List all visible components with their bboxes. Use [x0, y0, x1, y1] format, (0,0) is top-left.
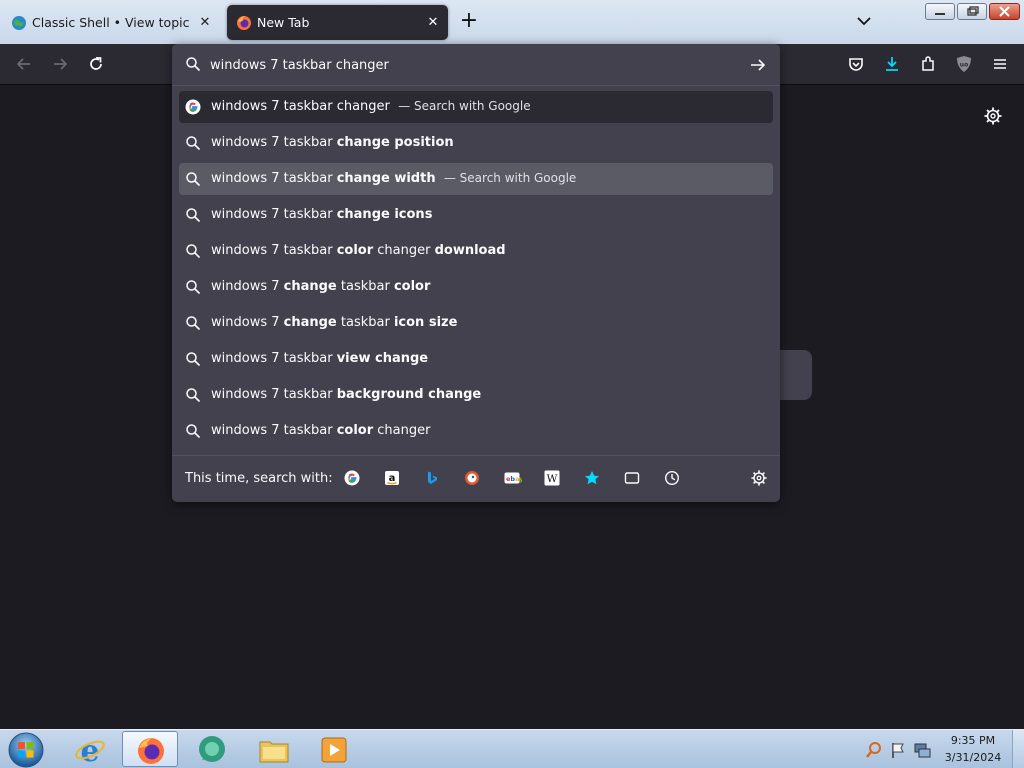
clock-date[interactable]: 3/31/2024: [938, 751, 1008, 764]
search-icon: [185, 315, 201, 331]
suggestion-text: windows 7 taskbar color changer: [211, 423, 431, 438]
duckduckgo-icon[interactable]: [462, 468, 482, 488]
search-settings-gear-icon[interactable]: [750, 469, 768, 487]
taskbar-firefox[interactable]: [122, 731, 178, 767]
chevron-down-icon[interactable]: [854, 11, 874, 31]
tab-classic-shell[interactable]: Classic Shell • View topic - Orig ✕: [2, 5, 220, 40]
suggestion-row[interactable]: windows 7 taskbar change icons: [179, 199, 773, 231]
media-player-icon: [321, 737, 347, 763]
taskbar-ie[interactable]: e: [62, 731, 118, 767]
taskbar-explorer[interactable]: [246, 731, 302, 767]
forward-icon[interactable]: [50, 54, 70, 74]
search-icon: [185, 243, 201, 259]
search-with-google-hint: — Search with Google: [398, 99, 531, 113]
search-with-label: This time, search with:: [185, 471, 333, 486]
google-icon: [185, 99, 201, 115]
close-tab-button[interactable]: ✕: [196, 13, 214, 31]
internet-explorer-icon: e: [75, 734, 105, 766]
google-icon[interactable]: [342, 468, 362, 488]
close-window-button[interactable]: [989, 3, 1020, 20]
url-bar: [172, 44, 780, 85]
extensions-icon[interactable]: [918, 54, 938, 74]
folder-icon: [259, 741, 289, 763]
search-icon: [185, 135, 201, 151]
search-icon: [185, 171, 201, 187]
taskbar-media-player[interactable]: [306, 731, 362, 767]
ebay-icon[interactable]: ebay: [502, 468, 524, 488]
suggestion-row[interactable]: windows 7 taskbar background change: [179, 379, 773, 411]
suggestion-row[interactable]: windows 7 taskbar change width — Search …: [179, 163, 773, 195]
bing-icon[interactable]: [422, 468, 442, 488]
firefox-icon: [237, 16, 251, 30]
history-icon[interactable]: [662, 468, 682, 488]
restore-button[interactable]: [957, 3, 987, 20]
suggestion-row[interactable]: windows 7 change taskbar icon size: [179, 307, 773, 339]
divider: [172, 455, 780, 456]
suggestion-text: windows 7 taskbar background change: [211, 387, 482, 402]
suggestion-row[interactable]: windows 7 taskbar view change: [179, 343, 773, 375]
network-icon[interactable]: [913, 741, 931, 759]
search-icon: [185, 279, 201, 295]
svg-text:e: e: [80, 734, 99, 766]
top-site-card[interactable]: [779, 350, 812, 400]
suggestion-row[interactable]: windows 7 taskbar changer — Search with …: [179, 91, 773, 123]
tabs-icon[interactable]: [622, 468, 642, 488]
search-tray-icon[interactable]: [865, 741, 883, 759]
wikipedia-icon[interactable]: W: [542, 468, 562, 488]
suggestion-text: windows 7 change taskbar icon size: [211, 315, 458, 330]
clock-time[interactable]: 9:35 PM: [938, 734, 1008, 747]
suggestion-row[interactable]: windows 7 change taskbar color: [179, 271, 773, 303]
bookmarks-icon[interactable]: [582, 468, 602, 488]
svg-text:W: W: [547, 473, 558, 485]
suggestion-row[interactable]: windows 7 taskbar change position: [179, 127, 773, 159]
suggestion-text: windows 7 change taskbar color: [211, 279, 431, 294]
show-desktop-button[interactable]: [1012, 730, 1024, 768]
divider: [172, 85, 780, 86]
suggestion-row[interactable]: windows 7 taskbar color changer download: [179, 235, 773, 267]
svg-text:ebay: ebay: [506, 475, 522, 483]
search-icon: [186, 57, 201, 72]
suggestion-text: windows 7 taskbar changer — Search with …: [211, 99, 531, 114]
url-bar-panel: windows 7 taskbar changer — Search with …: [172, 44, 780, 502]
suggestion-text: windows 7 taskbar color changer download: [211, 243, 506, 258]
tab-title: New Tab: [257, 15, 310, 30]
chat-app-icon: [199, 736, 225, 762]
taskbar-app[interactable]: [184, 731, 240, 767]
ublock-origin-icon[interactable]: uo: [954, 54, 974, 74]
search-icon: [185, 423, 201, 439]
suggestion-text: windows 7 taskbar change position: [211, 135, 454, 150]
search-with-google-hint: — Search with Google: [443, 171, 577, 185]
suggestion-text: windows 7 taskbar view change: [211, 351, 429, 366]
go-arrow-icon[interactable]: [748, 55, 768, 75]
search-icon: [185, 387, 201, 403]
globe-icon: [12, 16, 26, 30]
close-tab-button[interactable]: ✕: [424, 13, 442, 31]
tab-new-tab[interactable]: New Tab ✕: [227, 5, 448, 40]
new-tab-button[interactable]: +: [458, 10, 480, 33]
tab-title: Classic Shell • View topic - Orig: [32, 15, 192, 30]
reload-icon[interactable]: [86, 54, 106, 74]
suggestion-text: windows 7 taskbar change width — Search …: [211, 171, 577, 186]
svg-text:a: a: [389, 473, 396, 484]
search-icon: [185, 351, 201, 367]
menu-icon[interactable]: [990, 54, 1010, 74]
action-center-flag-icon[interactable]: [890, 741, 906, 759]
back-icon[interactable]: [14, 54, 34, 74]
start-button-icon[interactable]: [7, 731, 45, 768]
suggestion-row[interactable]: windows 7 taskbar color changer: [179, 415, 773, 447]
url-input[interactable]: [210, 54, 740, 76]
tab-strip: Classic Shell • View topic - Orig ✕ New …: [0, 0, 1024, 44]
suggestion-text: windows 7 taskbar change icons: [211, 207, 433, 222]
pocket-icon[interactable]: [846, 54, 866, 74]
downloads-icon[interactable]: [882, 54, 902, 74]
svg-text:uo: uo: [960, 62, 968, 69]
search-icon: [185, 207, 201, 223]
amazon-icon[interactable]: a: [382, 468, 402, 488]
gear-icon[interactable]: [983, 106, 1003, 126]
firefox-icon: [138, 738, 164, 764]
windows-taskbar: e 9:35 PM 3/31/2024: [0, 729, 1024, 768]
minimize-button[interactable]: [925, 3, 955, 20]
